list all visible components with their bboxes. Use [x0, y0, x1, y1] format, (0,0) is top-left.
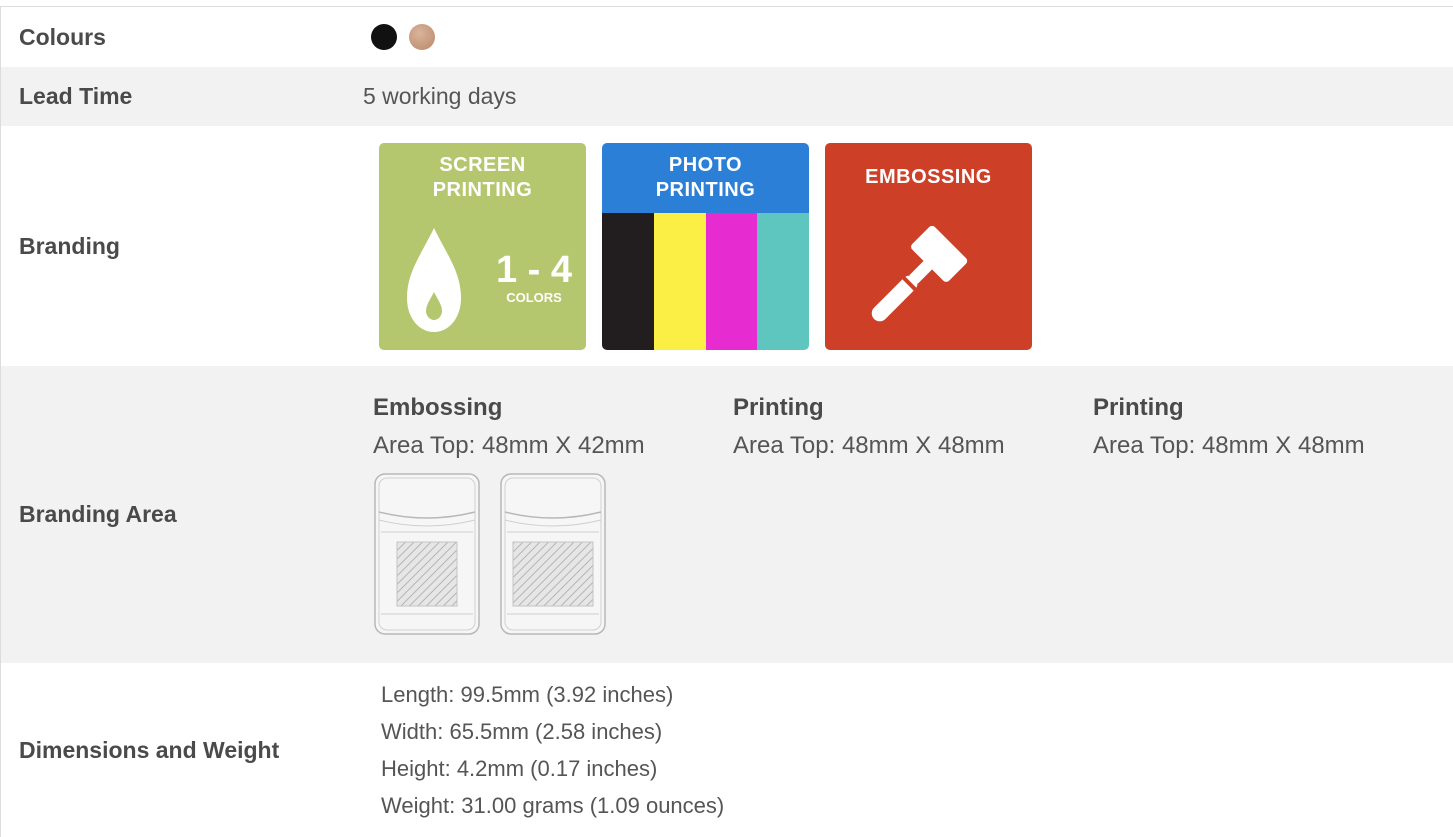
- hammer-icon: [871, 225, 968, 321]
- branding-area-col-printing-1: Printing Area Top: 48mm X 48mm: [733, 394, 1093, 636]
- branding-area-columns: Embossing Area Top: 48mm X 42mm Printing…: [355, 394, 1453, 636]
- area-title: Printing: [1093, 393, 1184, 421]
- ink-drop-icon: 1 - 4 COLORS: [407, 227, 572, 332]
- product-back-thumbnail[interactable]: [499, 472, 607, 636]
- branding-area-label: Branding Area: [19, 501, 177, 527]
- dimension-length: Length: 99.5mm (3.92 inches): [381, 682, 674, 707]
- area-size: Area Top: 48mm X 48mm: [1093, 431, 1365, 459]
- dimension-weight: Weight: 31.00 grams (1.09 ounces): [381, 793, 725, 818]
- cmyk-bar-black: [602, 212, 654, 350]
- product-front-thumbnail[interactable]: [373, 472, 481, 636]
- branding-area-col-printing-2: Printing Area Top: 48mm X 48mm: [1093, 394, 1453, 636]
- colors-range: 1 - 4: [496, 249, 572, 291]
- colour-swatch-black[interactable]: [371, 24, 397, 50]
- spec-table: Colours Lead Time 5 working days Brandin…: [0, 6, 1453, 837]
- dimension-width: Width: 65.5mm (2.58 inches): [381, 719, 663, 744]
- lead-time-value: 5 working days: [363, 83, 517, 109]
- dimensions-list: Length: 99.5mm (3.92 inches) Width: 65.5…: [363, 676, 724, 824]
- branding-tiles: SCREEN PRINTING 1 - 4 COLORS PHOTO PRINT…: [363, 142, 1032, 350]
- cmyk-bar-magenta: [705, 212, 758, 350]
- area-title: Printing: [733, 393, 824, 421]
- cmyk-bars: [602, 212, 809, 350]
- row-branding-area: Branding Area Embossing Area Top: 48mm X…: [1, 366, 1453, 663]
- dimensions-label: Dimensions and Weight: [19, 736, 280, 763]
- colour-swatches: [363, 24, 447, 50]
- colour-swatch-tan[interactable]: [409, 24, 435, 50]
- row-colours: Colours: [1, 7, 1453, 67]
- area-size: Area Top: 48mm X 42mm: [373, 431, 645, 459]
- branding-label: Branding: [19, 232, 120, 259]
- screen-printing-title-1: SCREEN: [439, 153, 526, 176]
- embossing-title: EMBOSSING: [865, 165, 992, 188]
- dimension-height: Height: 4.2mm (0.17 inches): [381, 756, 658, 781]
- screen-printing-title-2: PRINTING: [432, 178, 533, 201]
- photo-printing-title-2: PRINTING: [655, 178, 756, 201]
- row-lead-time: Lead Time 5 working days: [1, 67, 1453, 126]
- area-size: Area Top: 48mm X 48mm: [733, 431, 1005, 459]
- screen-printing-tile[interactable]: SCREEN PRINTING 1 - 4 COLORS: [379, 142, 586, 350]
- embossing-tile[interactable]: EMBOSSING: [825, 142, 1032, 350]
- area-title: Embossing: [373, 393, 503, 421]
- branding-area-col-embossing: Embossing Area Top: 48mm X 42mm: [373, 394, 733, 636]
- row-dimensions: Dimensions and Weight Length: 99.5mm (3.…: [1, 663, 1453, 837]
- area-thumbnails: [373, 472, 733, 636]
- colours-label: Colours: [19, 23, 106, 50]
- colors-caption: COLORS: [506, 290, 562, 305]
- cmyk-bar-yellow: [653, 212, 706, 350]
- lead-time-label: Lead Time: [19, 83, 133, 109]
- photo-printing-title-1: PHOTO: [668, 153, 743, 176]
- photo-printing-tile[interactable]: PHOTO PRINTING: [602, 142, 809, 350]
- row-branding: Branding SCREEN PRINTING 1 - 4 COLORS PH…: [1, 126, 1453, 366]
- cmyk-bar-cyan: [757, 212, 809, 350]
